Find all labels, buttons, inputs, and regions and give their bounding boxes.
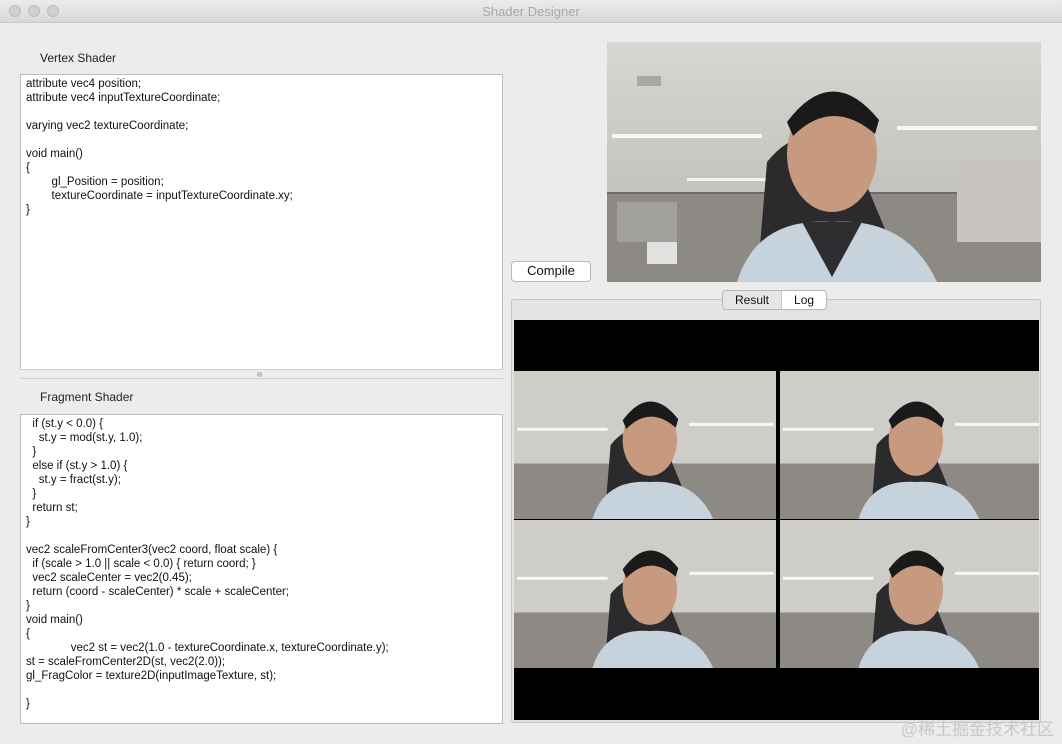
result-tile-image (780, 520, 1039, 668)
vertex-shader-editor[interactable]: attribute vec4 position; attribute vec4 … (20, 74, 503, 370)
camera-preview-image (607, 42, 1041, 282)
fragment-shader-code[interactable]: if (st.y < 0.0) { st.y = mod(st.y, 1.0);… (21, 415, 502, 711)
result-tile (780, 371, 1039, 519)
shader-result-view (514, 320, 1039, 720)
divider-handle-icon[interactable] (257, 372, 262, 377)
result-tile (514, 520, 776, 668)
result-tile-image (514, 520, 776, 668)
result-tile (514, 371, 776, 519)
shader-designer-window: Shader Designer Vertex Shader attribute … (0, 0, 1062, 744)
split-view-divider[interactable] (20, 369, 503, 379)
compile-button[interactable]: Compile (511, 261, 591, 282)
output-tab-switcher[interactable]: Result Log (722, 290, 828, 310)
window-title: Shader Designer (482, 4, 580, 19)
result-tile (780, 520, 1039, 668)
vertex-shader-label: Vertex Shader (40, 51, 117, 65)
tab-log[interactable]: Log (782, 291, 826, 309)
title-bar: Shader Designer (0, 0, 1062, 23)
watermark: @稀土掘金技术社区 (900, 720, 1054, 739)
fragment-shader-label: Fragment Shader (40, 390, 134, 404)
fragment-shader-editor[interactable]: if (st.y < 0.0) { st.y = mod(st.y, 1.0);… (20, 414, 503, 724)
result-tile-image (780, 371, 1039, 519)
camera-preview (607, 42, 1041, 282)
vertex-shader-code[interactable]: attribute vec4 position; attribute vec4 … (21, 75, 502, 217)
result-tile-image (514, 371, 776, 519)
tab-result[interactable]: Result (723, 291, 783, 309)
